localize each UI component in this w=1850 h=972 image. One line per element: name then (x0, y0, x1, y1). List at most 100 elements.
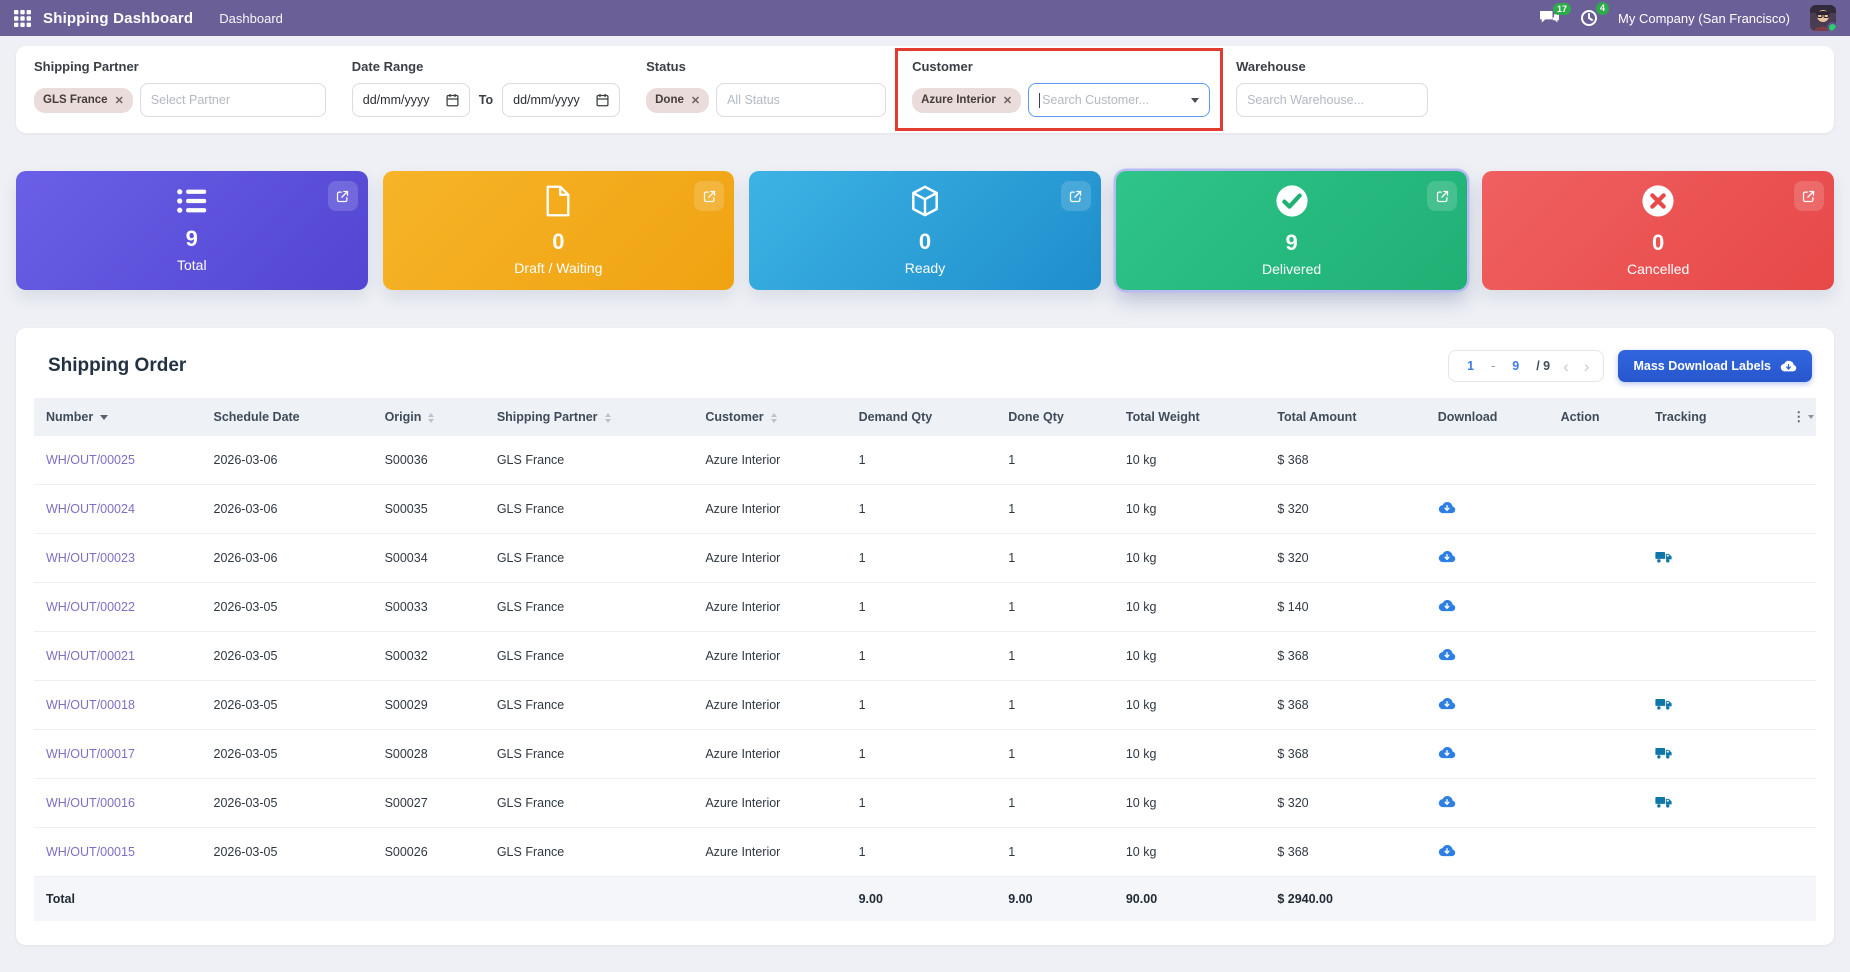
table-row[interactable]: WH/OUT/00022 2026-03-05 S00033 GLS Franc… (34, 583, 1816, 632)
download-label-icon[interactable] (1438, 549, 1456, 564)
tracking-truck-icon[interactable] (1655, 746, 1672, 760)
cell-customer: Azure Interior (693, 730, 846, 779)
status-input[interactable] (716, 83, 886, 117)
cell-total-weight: 10 kg (1114, 436, 1265, 485)
cell-action (1549, 583, 1643, 632)
cell-customer: Azure Interior (693, 436, 846, 485)
page-start[interactable]: 1 (1461, 359, 1480, 373)
stat-card-cancelled[interactable]: 0 Cancelled (1482, 171, 1834, 290)
col-total-weight[interactable]: Total Weight (1114, 398, 1265, 436)
download-label-icon[interactable] (1438, 745, 1456, 760)
page-end[interactable]: 9 (1506, 359, 1525, 373)
table-row[interactable]: WH/OUT/00021 2026-03-05 S00032 GLS Franc… (34, 632, 1816, 681)
tracking-truck-icon[interactable] (1655, 795, 1672, 809)
total-done-qty: 9.00 (996, 877, 1114, 922)
shipping-order-table: Number Schedule Date Origin Shipping Par… (34, 398, 1816, 921)
stat-label: Delivered (1262, 261, 1321, 277)
nav-dashboard[interactable]: Dashboard (219, 11, 283, 26)
external-link-icon[interactable] (1427, 181, 1457, 211)
order-number-link[interactable]: WH/OUT/00016 (46, 796, 135, 810)
col-demand-qty[interactable]: Demand Qty (847, 398, 997, 436)
shipping-partner-input[interactable] (140, 83, 326, 117)
stat-card-total[interactable]: 9 Total (16, 171, 368, 290)
chevron-right-icon[interactable]: › (1582, 358, 1592, 375)
chevron-left-icon[interactable]: ‹ (1561, 358, 1571, 375)
order-number-link[interactable]: WH/OUT/00015 (46, 845, 135, 859)
download-label-icon[interactable] (1438, 647, 1456, 662)
table-row[interactable]: WH/OUT/00017 2026-03-05 S00028 GLS Franc… (34, 730, 1816, 779)
stat-card-ready[interactable]: 0 Ready (749, 171, 1101, 290)
external-link-icon[interactable] (694, 181, 724, 211)
tracking-truck-icon[interactable] (1655, 550, 1672, 564)
table-row[interactable]: WH/OUT/00024 2026-03-06 S00035 GLS Franc… (34, 485, 1816, 534)
chevron-down-icon[interactable] (1191, 98, 1199, 103)
cell-total-amount: $ 368 (1265, 632, 1425, 681)
col-action[interactable]: Action (1549, 398, 1643, 436)
order-number-link[interactable]: WH/OUT/00023 (46, 551, 135, 565)
table-row[interactable]: WH/OUT/00025 2026-03-06 S00036 GLS Franc… (34, 436, 1816, 485)
sort-icon (605, 413, 611, 423)
tag-remove-icon[interactable]: ✕ (1003, 94, 1012, 107)
external-link-icon[interactable] (1794, 181, 1824, 211)
customer-search-input[interactable]: Search Customer... (1028, 83, 1210, 117)
table-row[interactable]: WH/OUT/00023 2026-03-06 S00034 GLS Franc… (34, 534, 1816, 583)
col-options-toggle[interactable]: ⋮ (1780, 398, 1816, 436)
messages-button[interactable]: 17 (1539, 10, 1560, 27)
order-number-link[interactable]: WH/OUT/00025 (46, 453, 135, 467)
col-number[interactable]: Number (34, 398, 202, 436)
tracking-truck-icon[interactable] (1655, 697, 1672, 711)
company-name[interactable]: My Company (San Francisco) (1618, 11, 1790, 26)
order-number-link[interactable]: WH/OUT/00021 (46, 649, 135, 663)
order-number-link[interactable]: WH/OUT/00018 (46, 698, 135, 712)
table-row[interactable]: WH/OUT/00015 2026-03-05 S00026 GLS Franc… (34, 828, 1816, 877)
external-link-icon[interactable] (1061, 181, 1091, 211)
col-customer[interactable]: Customer (693, 398, 846, 436)
col-origin[interactable]: Origin (373, 398, 485, 436)
cell-shipping-partner: GLS France (485, 485, 693, 534)
activities-button[interactable]: 4 (1580, 9, 1598, 27)
warehouse-input[interactable] (1236, 83, 1428, 117)
tag-customer[interactable]: Azure Interior ✕ (912, 88, 1021, 113)
download-label-icon[interactable] (1438, 500, 1456, 515)
avatar[interactable] (1810, 5, 1836, 31)
order-number-link[interactable]: WH/OUT/00024 (46, 502, 135, 516)
stat-card-draft-waiting[interactable]: 0 Draft / Waiting (383, 171, 735, 290)
download-label-icon[interactable] (1438, 696, 1456, 711)
col-done-qty[interactable]: Done Qty (996, 398, 1114, 436)
download-label-icon[interactable] (1438, 794, 1456, 809)
cell-action (1549, 485, 1643, 534)
tag-remove-icon[interactable]: ✕ (115, 94, 124, 107)
cell-total-amount: $ 368 (1265, 730, 1425, 779)
app-title[interactable]: Shipping Dashboard (43, 10, 193, 27)
apps-grid-icon[interactable] (14, 10, 31, 27)
cell-demand-qty: 1 (847, 681, 997, 730)
col-tracking[interactable]: Tracking (1643, 398, 1780, 436)
col-schedule-date[interactable]: Schedule Date (202, 398, 373, 436)
date-from-input[interactable]: dd/mm/yyyy (352, 83, 470, 117)
download-label-icon[interactable] (1438, 843, 1456, 858)
stat-value: 0 (919, 229, 931, 255)
date-to-input[interactable]: dd/mm/yyyy (502, 83, 620, 117)
mass-download-labels-button[interactable]: Mass Download Labels (1618, 350, 1812, 382)
cell-origin: S00028 (373, 730, 485, 779)
stat-card-delivered[interactable]: 9 Delivered (1116, 171, 1468, 290)
tag-remove-icon[interactable]: ✕ (691, 94, 700, 107)
col-total-amount[interactable]: Total Amount (1265, 398, 1425, 436)
tag-label: Azure Interior (921, 94, 996, 106)
tag-label: Done (655, 94, 684, 106)
filter-shipping-partner: Shipping Partner GLS France ✕ (34, 59, 326, 117)
col-shipping-partner[interactable]: Shipping Partner (485, 398, 693, 436)
col-download[interactable]: Download (1426, 398, 1549, 436)
table-row[interactable]: WH/OUT/00016 2026-03-05 S00027 GLS Franc… (34, 779, 1816, 828)
stat-label: Cancelled (1627, 261, 1689, 277)
table-total-row: Total 9.00 9.00 90.00 $ 2940.00 (34, 877, 1816, 922)
download-label-icon[interactable] (1438, 598, 1456, 613)
tag-status[interactable]: Done ✕ (646, 88, 709, 113)
table-row[interactable]: WH/OUT/00018 2026-03-05 S00029 GLS Franc… (34, 681, 1816, 730)
order-number-link[interactable]: WH/OUT/00022 (46, 600, 135, 614)
stat-label: Draft / Waiting (514, 260, 602, 276)
order-number-link[interactable]: WH/OUT/00017 (46, 747, 135, 761)
external-link-icon[interactable] (328, 181, 358, 211)
tag-shipping-partner[interactable]: GLS France ✕ (34, 88, 133, 113)
cell-schedule-date: 2026-03-05 (202, 632, 373, 681)
